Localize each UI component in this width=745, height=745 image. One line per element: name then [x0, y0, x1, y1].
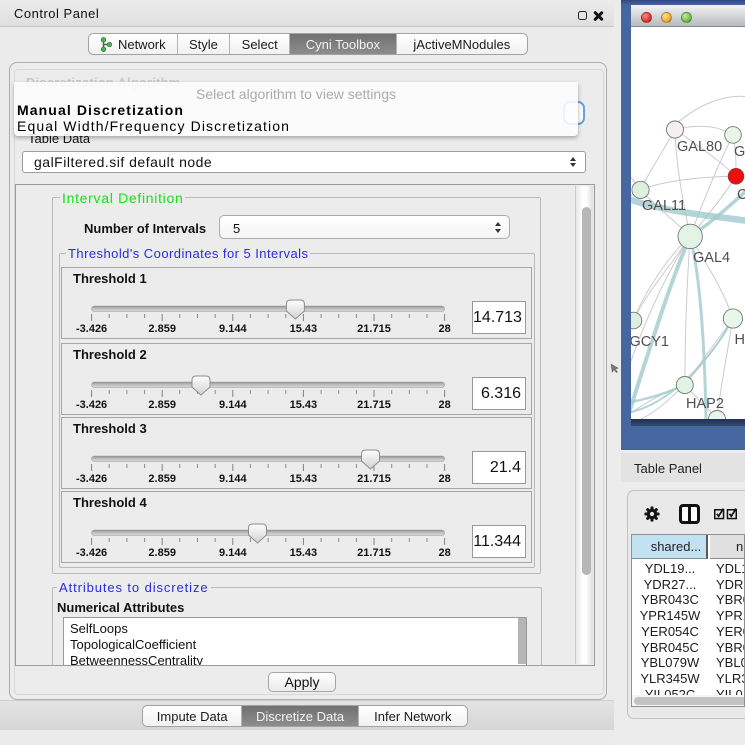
svg-text:HAP2: HAP2	[686, 396, 724, 412]
svg-text:GAL4: GAL4	[693, 250, 730, 266]
svg-text:C: C	[737, 187, 745, 203]
svg-text:H: H	[735, 332, 745, 348]
svg-text:GA: GA	[734, 144, 745, 160]
svg-text:GAL80: GAL80	[677, 139, 722, 155]
svg-text:GCY1: GCY1	[631, 334, 669, 350]
svg-text:GAL11: GAL11	[642, 198, 686, 214]
